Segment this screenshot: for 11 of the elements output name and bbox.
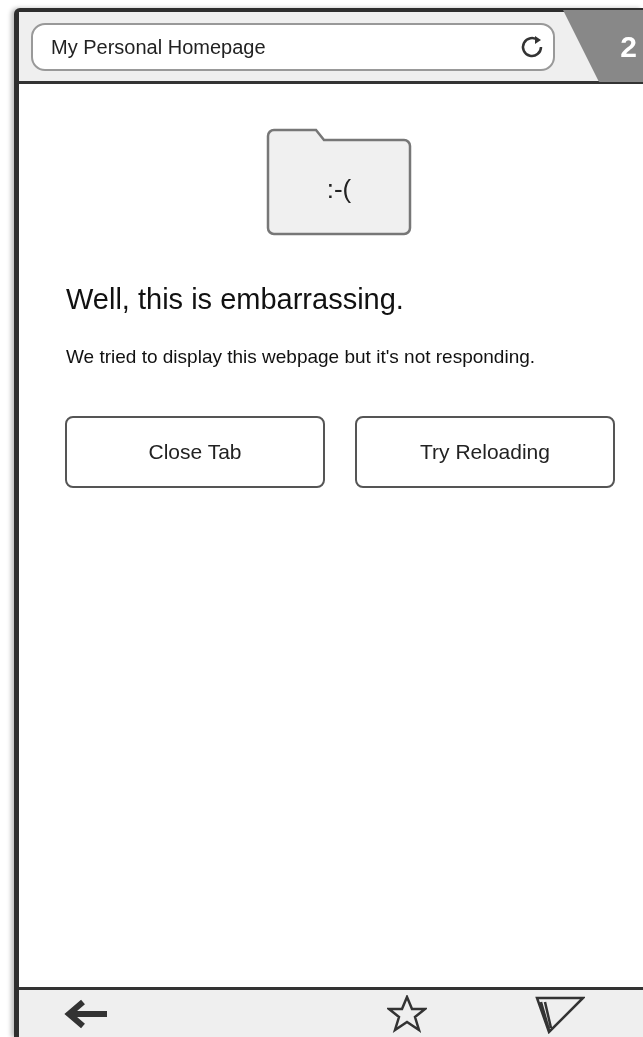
star-icon[interactable] [387, 994, 427, 1033]
action-button[interactable]: Try Reloading [355, 415, 615, 488]
page-title: My Personal Homepage [51, 34, 267, 60]
back-arrow-icon[interactable] [63, 998, 109, 1029]
error-heading: Well, this is embarrassing. [66, 282, 405, 317]
action-button[interactable]: Close Tab [65, 415, 325, 488]
address-field[interactable]: My Personal Homepage [31, 22, 555, 71]
tab-counter[interactable]: 2 [563, 10, 643, 82]
sad-face-text: :-( [326, 172, 352, 206]
folder-icon [266, 128, 412, 236]
error-message: We tried to display this webpage but it's not responding. [66, 344, 537, 369]
